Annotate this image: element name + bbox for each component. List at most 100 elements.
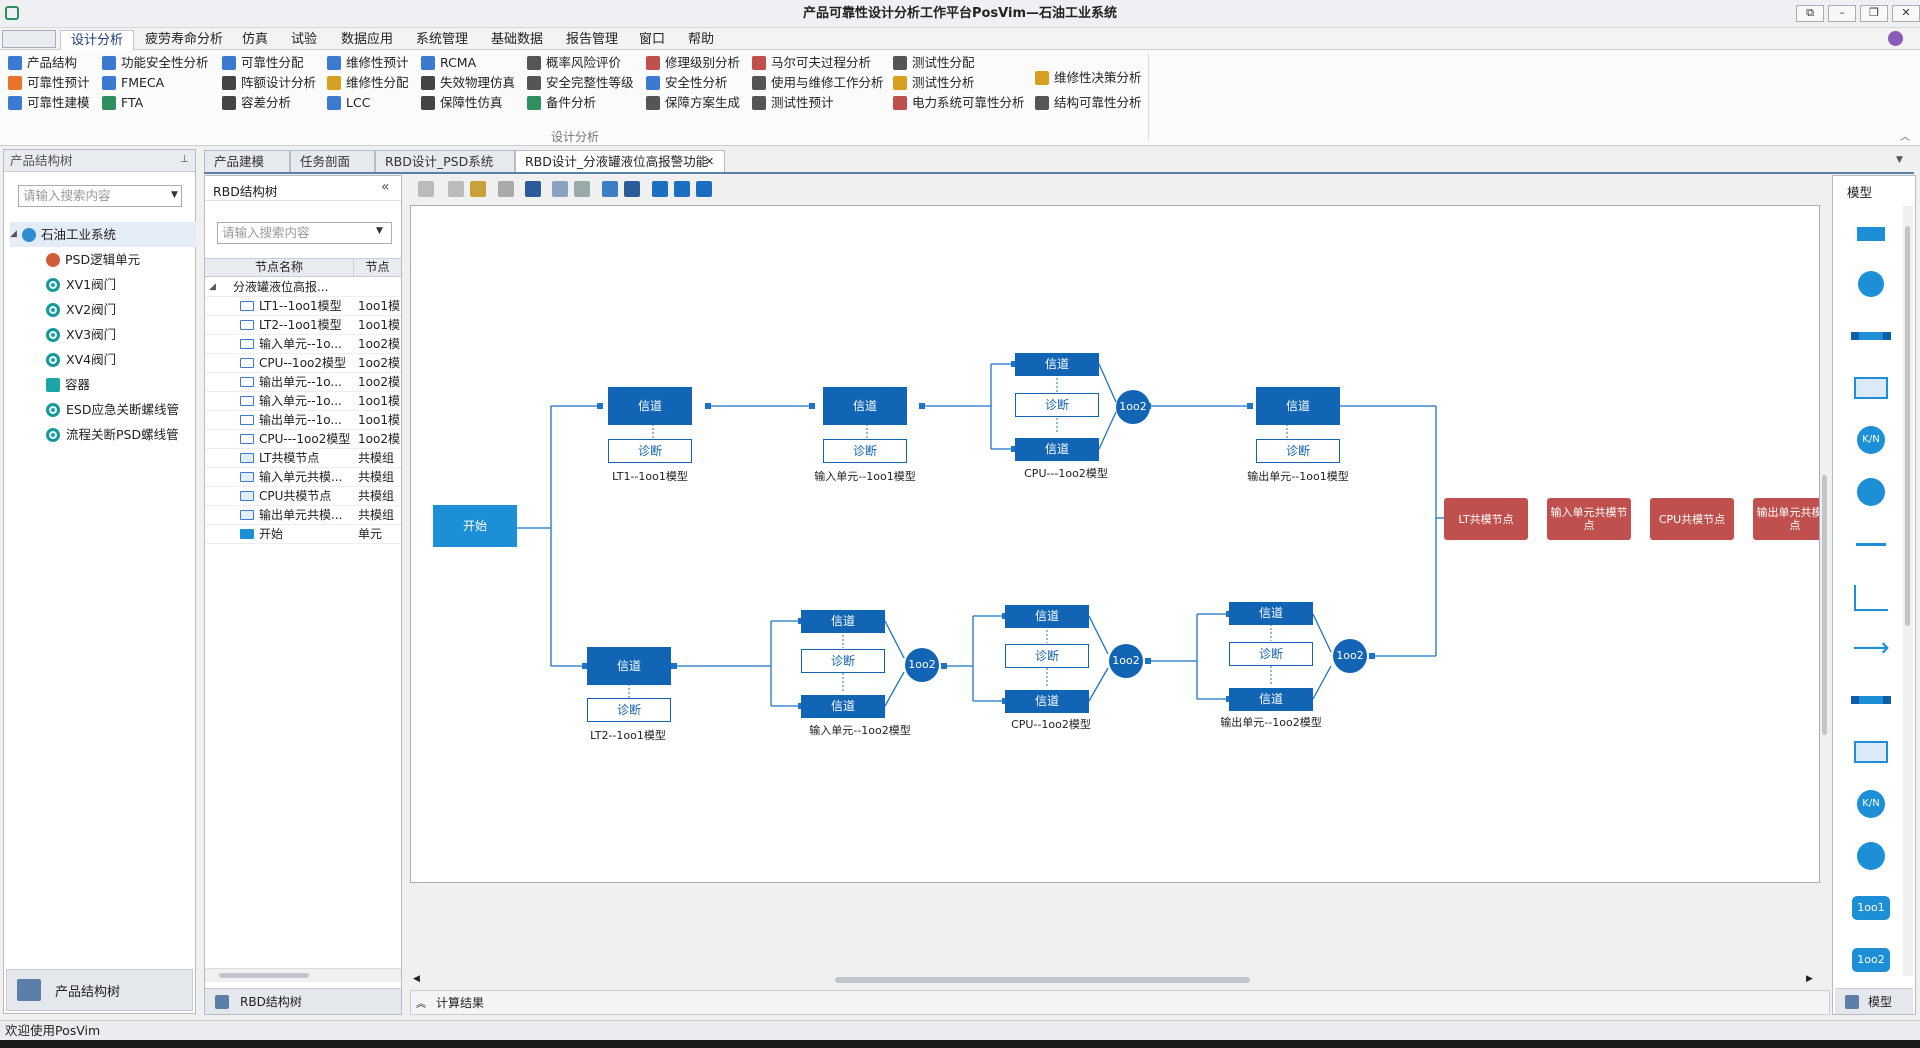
search-dropdown-icon[interactable]: ▼ [171, 190, 178, 200]
user-icon[interactable] [1888, 31, 1903, 46]
diagnosis-block[interactable]: 诊断 [1005, 644, 1089, 668]
scroll-left-icon[interactable]: ◀ [413, 974, 420, 984]
menu-base-data[interactable]: 基础数据 [481, 30, 553, 50]
ribbon-markov[interactable]: 马尔可夫过程分析 [752, 53, 884, 73]
ribbon-fta[interactable]: FTA [102, 93, 209, 113]
tree-item[interactable]: XV1阀门 [10, 272, 196, 297]
product-tree-footer-tab[interactable]: 产品结构树 [6, 969, 193, 1011]
ribbon-maintainability-allocation[interactable]: 维修性分配 [327, 73, 409, 93]
tree-item[interactable]: 流程关断PSD螺线管 [10, 422, 196, 447]
delete-icon[interactable] [498, 181, 514, 197]
ribbon-structural-reliability[interactable]: 结构可靠性分析 [1035, 93, 1142, 113]
restore-icon[interactable]: ⧉ [1796, 5, 1824, 22]
table-row[interactable]: 输出单元共模... 共模组 [205, 506, 401, 525]
ribbon-lcc[interactable]: LCC [327, 93, 409, 113]
ribbon-reliability-allocation[interactable]: 可靠性分配 [222, 53, 316, 73]
table-row[interactable]: CPU共模节点 共模组 [205, 487, 401, 506]
zoom-doc-icon[interactable] [574, 181, 590, 197]
ribbon-maintainability-prediction[interactable]: 维修性预计 [327, 53, 409, 73]
channel-block[interactable]: 信道 [801, 695, 885, 718]
ribbon-safety-analysis[interactable]: 安全性分析 [646, 73, 740, 93]
table-row[interactable]: 输入单元--1o... 1oo2模 [205, 335, 401, 354]
maximize-button[interactable]: ❐ [1860, 5, 1888, 22]
expand-icon[interactable]: ◢ [10, 222, 22, 247]
common-mode-node[interactable]: LT共模节点 [1444, 498, 1528, 540]
diagnosis-block[interactable]: 诊断 [801, 649, 885, 673]
ribbon-reliability-modeling[interactable]: 可靠性建模 [8, 93, 90, 113]
menu-simulation[interactable]: 仿真 [232, 30, 278, 50]
channel-block[interactable]: 信道 [1256, 387, 1340, 425]
table-icon[interactable] [552, 181, 568, 197]
calc-results-bar[interactable]: ︽ 计算结果 [410, 990, 1830, 1015]
palette-1oo2-block[interactable]: 1oo2 [1836, 942, 1906, 978]
palette-kn-block[interactable]: K/N [1836, 422, 1906, 458]
minimize-button[interactable]: – [1828, 5, 1856, 22]
diagnosis-block[interactable]: 诊断 [1256, 439, 1340, 463]
ribbon-power-system[interactable]: 电力系统可靠性分析 [893, 93, 1025, 113]
palette-switch-block[interactable] [1836, 474, 1906, 510]
vote-1oo2-node[interactable]: 1oo2 [1333, 639, 1367, 673]
ribbon-testability-analysis[interactable]: 测试性分析 [893, 73, 1025, 93]
diagnosis-block[interactable]: 诊断 [587, 698, 671, 722]
table-row[interactable]: CPU--1oo2模型 1oo2模 [205, 354, 401, 373]
close-tab-icon[interactable]: ✕ [705, 155, 714, 168]
tab-product-modeling[interactable]: 产品建模 [204, 150, 290, 172]
ribbon-derating-analysis[interactable]: 阵额设计分析 [222, 73, 316, 93]
channel-block[interactable]: 信道 [1229, 602, 1313, 625]
tab-rbd-level-alarm[interactable]: RBD设计_分液罐液位高报警功能 [515, 150, 725, 172]
expand-icon[interactable]: ◢ [205, 278, 233, 296]
channel-block[interactable]: 信道 [801, 610, 885, 633]
tree-item[interactable]: XV4阀门 [10, 347, 196, 372]
tree-item[interactable]: XV2阀门 [10, 297, 196, 322]
canvas-v-scrollbar[interactable] [1820, 205, 1829, 975]
palette-series-block[interactable] [1836, 318, 1906, 354]
rbd-tree-footer-tab[interactable]: RBD结构树 [205, 988, 401, 1014]
ribbon-sil[interactable]: 安全完整性等级 [527, 73, 634, 93]
menu-report-management[interactable]: 报告管理 [556, 30, 628, 50]
col-node-name[interactable]: 节点名称 [205, 259, 353, 276]
rbd-search-input[interactable]: 请输入搜索内容 [217, 222, 392, 244]
palette-elbow-connector[interactable] [1836, 580, 1906, 616]
tabs-dropdown-icon[interactable]: ▼ [1896, 155, 1903, 165]
paste-icon[interactable] [470, 181, 486, 197]
palette-straight-connector[interactable]: ⟶ [1836, 630, 1906, 666]
table-row[interactable]: LT2--1oo1模型 1oo1模 [205, 316, 401, 335]
ribbon-rcma[interactable]: RCMA [421, 53, 515, 73]
menu-help[interactable]: 帮助 [678, 30, 724, 50]
grid-h-scrollbar[interactable] [205, 968, 401, 982]
palette-switch2-block[interactable] [1836, 838, 1906, 874]
table-row[interactable]: LT共模节点 共模组 [205, 449, 401, 468]
menu-system-management[interactable]: 系统管理 [406, 30, 478, 50]
tab-mission-profile[interactable]: 任务剖面 [290, 150, 375, 172]
canvas-h-scrollbar[interactable]: ◀ ▶ [410, 973, 1820, 987]
palette-rect-block[interactable] [1836, 216, 1906, 252]
pin-icon[interactable]: ⊥ [180, 154, 189, 165]
zoom-fit-icon[interactable] [674, 181, 690, 197]
collapse-ribbon-icon[interactable]: ︿ [1900, 128, 1910, 143]
model-footer-tab[interactable]: 模型 [1835, 988, 1913, 1014]
align-icon[interactable] [696, 181, 712, 197]
channel-block[interactable]: 信道 [1015, 353, 1099, 376]
channel-block[interactable]: 信道 [1229, 688, 1313, 711]
ribbon-repair-level[interactable]: 修理级别分析 [646, 53, 740, 73]
diagnosis-block[interactable]: 诊断 [823, 439, 907, 463]
diagnosis-block[interactable]: 诊断 [1015, 393, 1099, 417]
table-row[interactable]: LT1--1oo1模型 1oo1模 [205, 297, 401, 316]
ribbon-supportability-sim[interactable]: 保障性仿真 [421, 93, 515, 113]
palette-kn2-block[interactable]: K/N [1836, 786, 1906, 822]
start-node[interactable]: 开始 [433, 505, 517, 547]
table-row[interactable]: 输入单元共模... 共模组 [205, 468, 401, 487]
palette-circle-block[interactable] [1836, 266, 1906, 302]
menu-test[interactable]: 试验 [281, 30, 327, 50]
channel-block[interactable]: 信道 [823, 387, 907, 425]
save-image-icon[interactable] [624, 181, 640, 197]
export-icon[interactable] [418, 181, 434, 197]
ribbon-product-structure[interactable]: 产品结构 [8, 53, 90, 73]
ribbon-failure-physics[interactable]: 失效物理仿真 [421, 73, 515, 93]
collapse-panel-button[interactable]: « [381, 179, 390, 195]
palette-1oo1-block[interactable]: 1oo1 [1836, 890, 1906, 926]
ribbon-testability-prediction[interactable]: 测试性预计 [752, 93, 884, 113]
ribbon-spare-parts[interactable]: 备件分析 [527, 93, 634, 113]
search-dropdown-icon[interactable]: ▼ [376, 226, 383, 236]
col-node[interactable]: 节点 [353, 259, 401, 276]
